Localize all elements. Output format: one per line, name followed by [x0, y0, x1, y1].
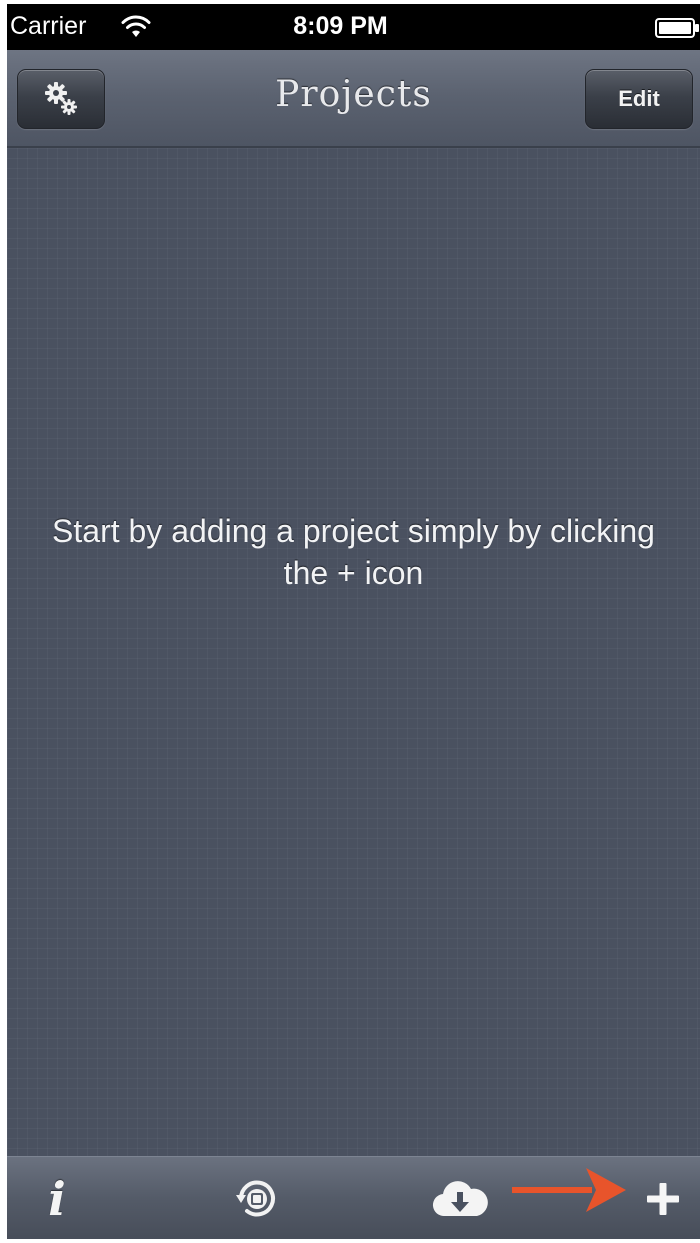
sync-icon: [236, 1180, 275, 1216]
info-icon: i: [48, 1171, 66, 1226]
info-button[interactable]: i: [27, 1157, 87, 1239]
navigation-bar: Projects Edit: [7, 50, 700, 148]
status-bar: Carrier 8:09 PM: [7, 4, 700, 50]
cloud-download-button[interactable]: [425, 1157, 495, 1239]
add-project-button[interactable]: [633, 1157, 693, 1239]
status-time: 8:09 PM: [293, 12, 388, 40]
projects-list-area: Start by adding a project simply by clic…: [7, 148, 700, 1156]
plus-icon: [647, 1182, 679, 1215]
cloud-download-icon: [432, 1180, 488, 1216]
annotation-arrow-icon: [512, 1168, 626, 1212]
sync-button[interactable]: [222, 1157, 292, 1239]
screenshot-frame: Carrier 8:09 PM Projects Edit Start by a…: [0, 0, 700, 1243]
app-screen: Carrier 8:09 PM Projects Edit Start by a…: [7, 4, 700, 1239]
battery-icon: [655, 18, 699, 38]
edit-button[interactable]: Edit: [585, 69, 693, 129]
empty-state-message: Start by adding a project simply by clic…: [52, 513, 655, 591]
